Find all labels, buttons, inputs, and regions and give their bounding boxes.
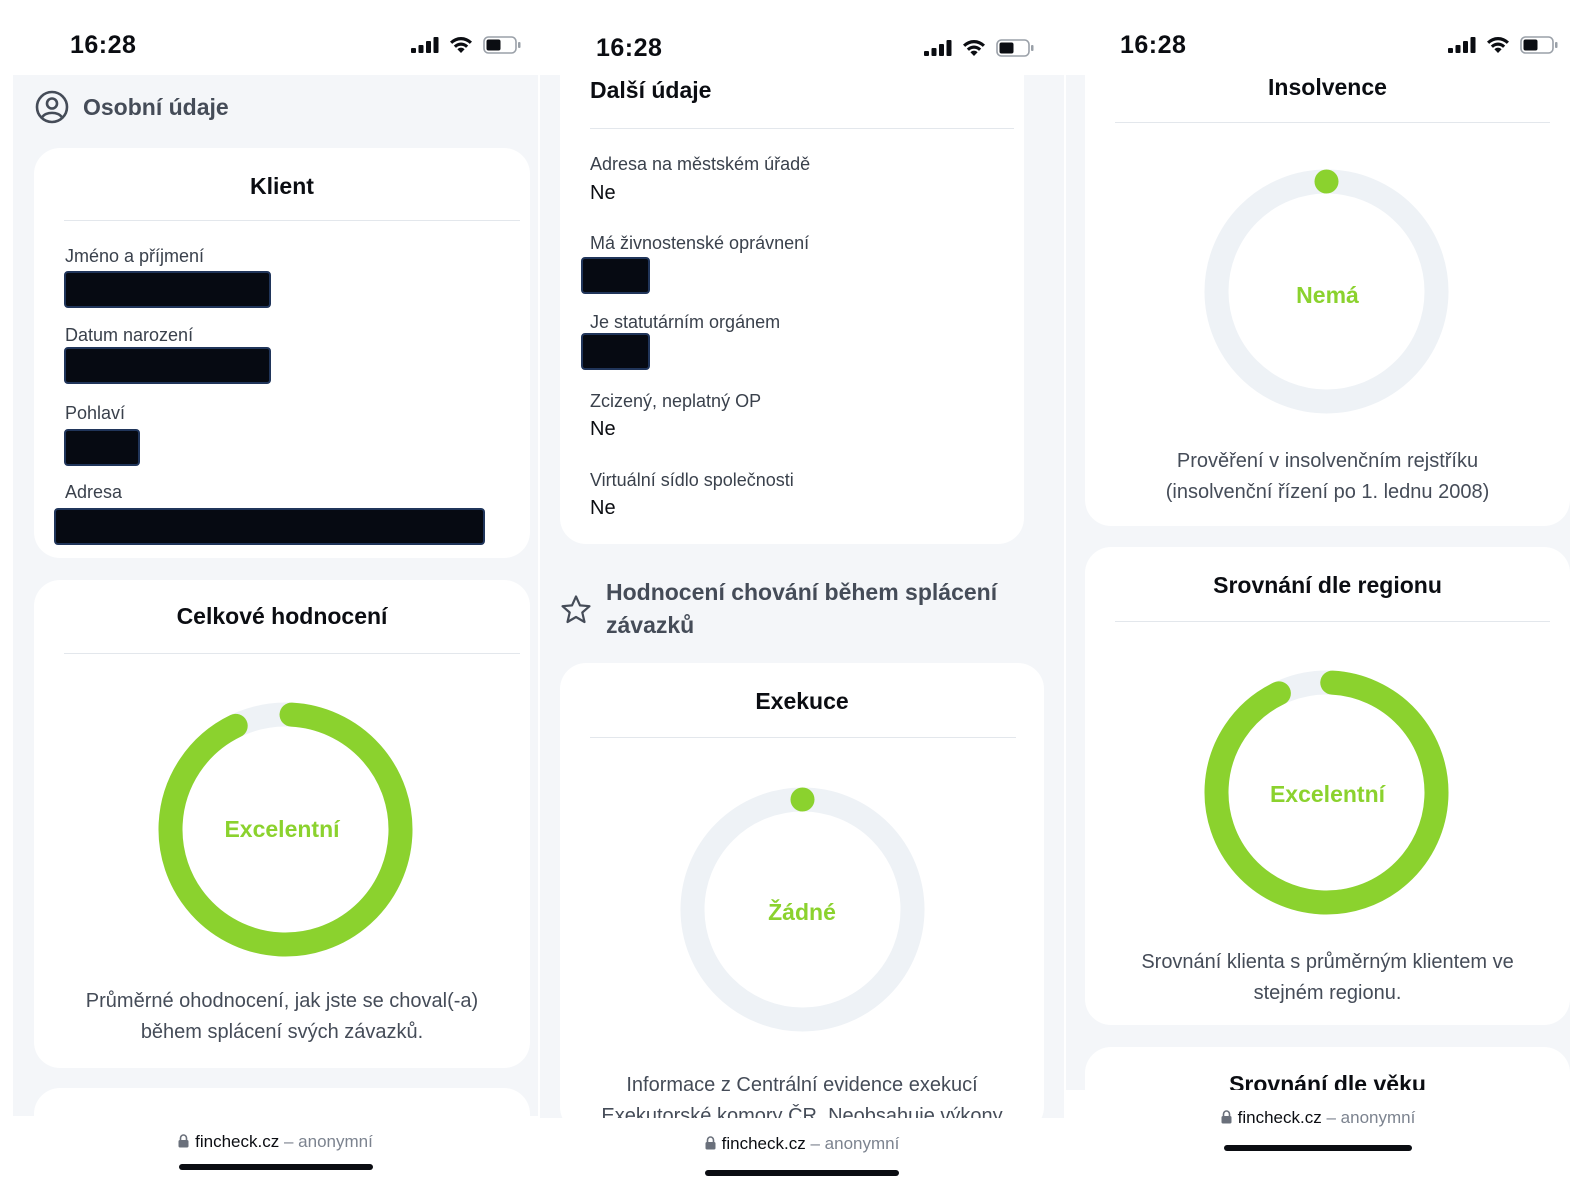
status-bar: 16:28 [13, 10, 538, 75]
home-indicator[interactable] [1224, 1145, 1412, 1151]
divider [1115, 122, 1550, 123]
lock-icon [178, 1134, 189, 1148]
overall-card-title: Celkové hodnocení [176, 603, 388, 629]
field-label-name: Jméno a příjmení [65, 246, 205, 266]
url-domain: fincheck.cz [721, 1134, 806, 1153]
phone-screen-personal-data: 16:28 Osobní údaje Klient Jméno a příjme… [13, 10, 538, 1180]
url-separator: – [283, 1132, 294, 1151]
insolvency-description-line1: Prověření v insolvenčním rejstříku [1176, 450, 1479, 472]
divider [64, 220, 520, 221]
field-value-virtual-seat: Ne [590, 497, 616, 519]
client-card: Klient Jméno a příjmení Datum narození P… [34, 148, 530, 558]
section-header-personal-data: Osobní údaje [35, 90, 229, 124]
url-separator: – [810, 1134, 820, 1153]
insolvency-card: Insolvence Nemá Prověření v insolvenčním… [1085, 66, 1570, 526]
phone-screen-comparisons: 16:28 Insolvence Nemá Prověření v insolv… [1066, 10, 1570, 1180]
region-card-title: Srovnání dle regionu [1213, 572, 1442, 598]
additional-data-title: Další údaje [590, 77, 712, 103]
cellular-signal-icon [1448, 37, 1476, 53]
cellular-signal-icon [924, 40, 952, 56]
field-label-address: Adresa [65, 482, 123, 502]
wifi-icon [963, 40, 985, 56]
wifi-icon [1487, 37, 1509, 53]
execution-card: Exekuce Žádné Informace z Centrální evid… [560, 663, 1044, 1133]
url-mode: anonymní [298, 1132, 373, 1151]
divider [1115, 621, 1550, 622]
battery-icon [483, 36, 521, 54]
region-description-line1: Srovnání klienta s průměrným klientem ve [1141, 951, 1514, 973]
region-description-line2: stejném regionu. [1253, 982, 1402, 1004]
wifi-icon [450, 37, 472, 53]
lock-icon [705, 1136, 716, 1150]
field-label-invalid-id: Zcizený, neplatný OP [590, 391, 762, 411]
battery-icon [996, 39, 1034, 57]
divider [590, 737, 1016, 738]
divider [64, 653, 520, 654]
user-circle-icon [35, 90, 69, 124]
field-label-gender: Pohlaví [65, 403, 126, 423]
star-outline-icon [561, 595, 591, 624]
overall-card-description-line2: během splácení svých závazků. [140, 1021, 424, 1043]
field-label-statutory-body: Je statutárním orgánem [590, 312, 781, 332]
section-title-line1: Hodnocení chování během splácení [606, 579, 998, 605]
status-time: 16:28 [596, 34, 663, 62]
redacted-trade-license-value [581, 257, 650, 294]
url-domain: fincheck.cz [1237, 1108, 1322, 1127]
section-title-line2: závazků [606, 612, 695, 638]
battery-icon [1520, 36, 1558, 54]
home-indicator[interactable] [705, 1170, 899, 1176]
status-time: 16:28 [1120, 31, 1187, 59]
phone-screen-additional-data: 16:28 Další údaje Adresa na městském úřa… [540, 10, 1064, 1180]
field-label-municipal-address: Adresa na městském úřadě [590, 154, 811, 174]
url-separator: – [1326, 1108, 1336, 1127]
region-comparison-card: Srovnání dle regionu Excelentní Srovnání… [1085, 547, 1570, 1025]
redacted-birthdate-value [64, 347, 271, 384]
url-domain: fincheck.cz [195, 1132, 280, 1151]
insolvency-card-title: Insolvence [1268, 74, 1387, 100]
url-mode: anonymní [1340, 1108, 1416, 1127]
gauge-label: Nemá [1296, 282, 1359, 308]
redacted-address-value [54, 508, 485, 545]
additional-data-card: Další údaje Adresa na městském úřadě Ne … [560, 62, 1024, 544]
execution-card-title: Exekuce [755, 688, 849, 714]
url-bar[interactable]: fincheck.cz – anonymní [13, 1132, 538, 1152]
browser-bottom-bar: fincheck.cz – anonymní [540, 1118, 1064, 1180]
gauge-label: Žádné [768, 899, 836, 925]
field-value-municipal-address: Ne [590, 182, 616, 204]
gauge-label: Excelentní [1269, 781, 1386, 807]
gauge-label: Excelentní [224, 816, 340, 842]
url-bar[interactable]: fincheck.cz – anonymní [540, 1134, 1064, 1154]
execution-description-line1: Informace z Centrální evidence exekucí [626, 1074, 978, 1096]
browser-bottom-bar: fincheck.cz – anonymní [1066, 1090, 1570, 1180]
section-header-payment-behaviour: Hodnocení chování během splácení závazků [560, 576, 997, 642]
overall-rating-card: Celkové hodnocení Excelentní Průměrné oh… [34, 580, 530, 1068]
home-indicator[interactable] [178, 1164, 373, 1170]
client-card-title: Klient [250, 173, 314, 199]
redacted-name-value [64, 271, 271, 308]
overall-card-description-line1: Průměrné ohodnocení, jak jste se choval(… [85, 990, 479, 1012]
redacted-statutory-body-value [581, 333, 650, 370]
field-label-virtual-seat: Virtuální sídlo společnosti [590, 470, 794, 490]
insolvency-description-line2: (insolvenční řízení po 1. lednu 2008) [1165, 481, 1490, 503]
url-mode: anonymní [824, 1134, 900, 1153]
url-bar[interactable]: fincheck.cz – anonymní [1066, 1108, 1570, 1128]
cellular-signal-icon [411, 37, 439, 53]
section-title: Osobní údaje [83, 93, 229, 120]
field-value-invalid-id: Ne [590, 418, 616, 440]
lock-icon [1221, 1110, 1232, 1124]
divider [590, 128, 1014, 129]
field-label-trade-license: Má živnostenské oprávnení [590, 233, 810, 253]
redacted-gender-value [64, 429, 140, 466]
field-label-birthdate: Datum narození [65, 325, 194, 345]
status-time: 16:28 [70, 31, 137, 59]
browser-bottom-bar: fincheck.cz – anonymní [13, 1116, 538, 1180]
